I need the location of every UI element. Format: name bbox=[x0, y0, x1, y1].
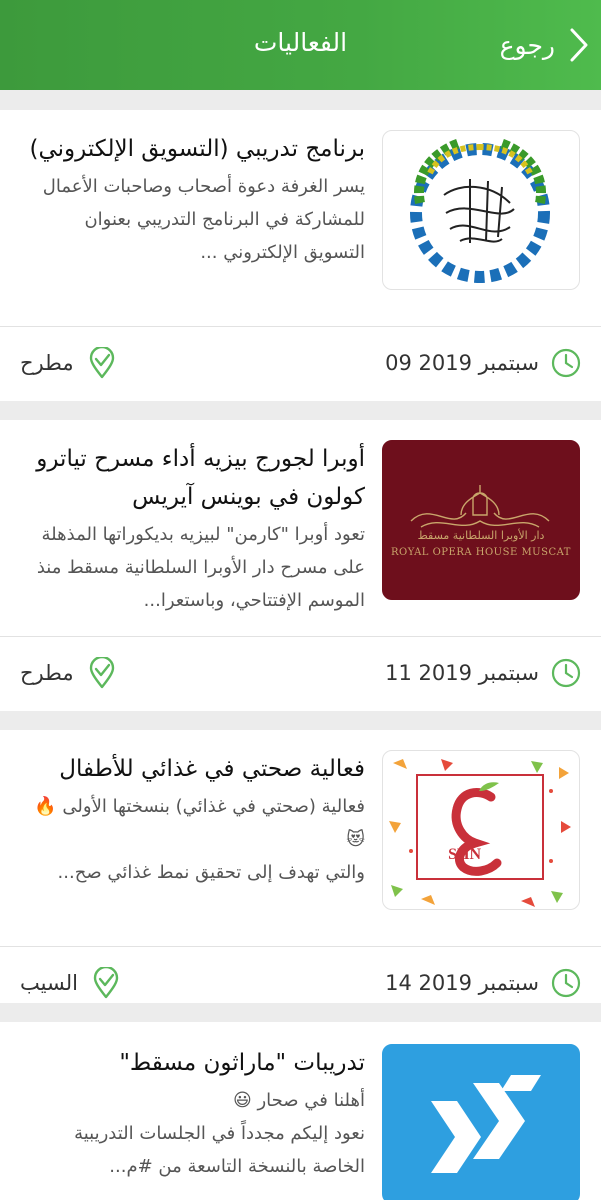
opera-logo-arabic: دار الأوبرا السلطانية مسقط bbox=[417, 529, 545, 542]
event-card[interactable]: SHN فعالية صحتي في غذائي للأطفال فعالية … bbox=[0, 730, 601, 1003]
event-meta: 09 سبتمبر 2019 مطرح bbox=[0, 327, 601, 401]
event-date: 09 سبتمبر 2019 bbox=[385, 347, 581, 379]
event-location: السيب bbox=[20, 967, 120, 999]
event-description: يسر الغرفة دعوة أصحاب وصاحبات الأعمال لل… bbox=[42, 176, 365, 263]
event-date: 14 سبتمبر 2019 bbox=[385, 967, 581, 999]
event-image-shn-logo: SHN bbox=[382, 750, 580, 910]
event-description-line2: نعود إليكم مجدداً في الجلسات التدريبية ا… bbox=[74, 1123, 365, 1177]
clock-icon bbox=[551, 658, 581, 688]
event-title: أوبرا لجورج بيزيه أداء مسرح تياترو كولون… bbox=[36, 446, 365, 510]
event-location: مطرح bbox=[20, 347, 116, 379]
event-meta: 11 سبتمبر 2019 مطرح bbox=[0, 637, 601, 711]
event-card[interactable]: برنامج تدريبي (التسويق الإلكتروني) يسر ا… bbox=[0, 110, 601, 401]
opera-logo-english: ROYAL OPERA HOUSE MUSCAT bbox=[391, 547, 571, 558]
event-location-text: مطرح bbox=[20, 351, 74, 375]
event-description-line1: فعالية (صحتي في غذائي) بنسختها الأولى 🔥😻 bbox=[34, 796, 365, 850]
event-date-text: 11 سبتمبر 2019 bbox=[385, 661, 539, 685]
event-location-text: مطرح bbox=[20, 661, 74, 685]
event-location: مطرح bbox=[20, 657, 116, 689]
event-title: فعالية صحتي في غذائي للأطفال bbox=[59, 756, 365, 782]
event-card[interactable]: تدريبات "ماراثون مسقط" أهلنا في صحار 😃 ن… bbox=[0, 1022, 601, 1200]
event-card[interactable]: دار الأوبرا السلطانية مسقط ROYAL OPERA H… bbox=[0, 420, 601, 711]
event-description-line1: أهلنا في صحار 😃 bbox=[233, 1090, 365, 1111]
event-meta: 14 سبتمبر 2019 السيب bbox=[0, 947, 601, 1021]
event-date-text: 09 سبتمبر 2019 bbox=[385, 351, 539, 375]
back-button[interactable]: رجوع bbox=[500, 20, 589, 70]
event-location-text: السيب bbox=[20, 971, 78, 995]
app-header: الفعاليات رجوع bbox=[0, 0, 601, 90]
event-date-text: 14 سبتمبر 2019 bbox=[385, 971, 539, 995]
location-pin-icon bbox=[88, 347, 116, 379]
event-image-opera-logo: دار الأوبرا السلطانية مسقط ROYAL OPERA H… bbox=[382, 440, 580, 600]
event-date: 11 سبتمبر 2019 bbox=[385, 657, 581, 689]
clock-icon bbox=[551, 348, 581, 378]
shn-logo-text: SHN bbox=[448, 846, 481, 863]
event-title: برنامج تدريبي (التسويق الإلكتروني) bbox=[29, 136, 366, 162]
event-image-chamber-logo bbox=[382, 130, 580, 290]
back-label: رجوع bbox=[499, 30, 555, 60]
location-pin-icon bbox=[92, 967, 120, 999]
clock-icon bbox=[551, 968, 581, 998]
location-pin-icon bbox=[88, 657, 116, 689]
chevron-right-icon bbox=[569, 27, 589, 63]
event-description: تعود أوبرا "كارمن" لبيزيه بديكوراتها الم… bbox=[36, 524, 365, 611]
event-description-line2: والتي تهدف إلى تحقيق نمط غذائي صح... bbox=[57, 862, 365, 883]
event-image-marathon-logo bbox=[382, 1044, 580, 1200]
event-title: تدريبات "ماراثون مسقط" bbox=[119, 1050, 365, 1076]
